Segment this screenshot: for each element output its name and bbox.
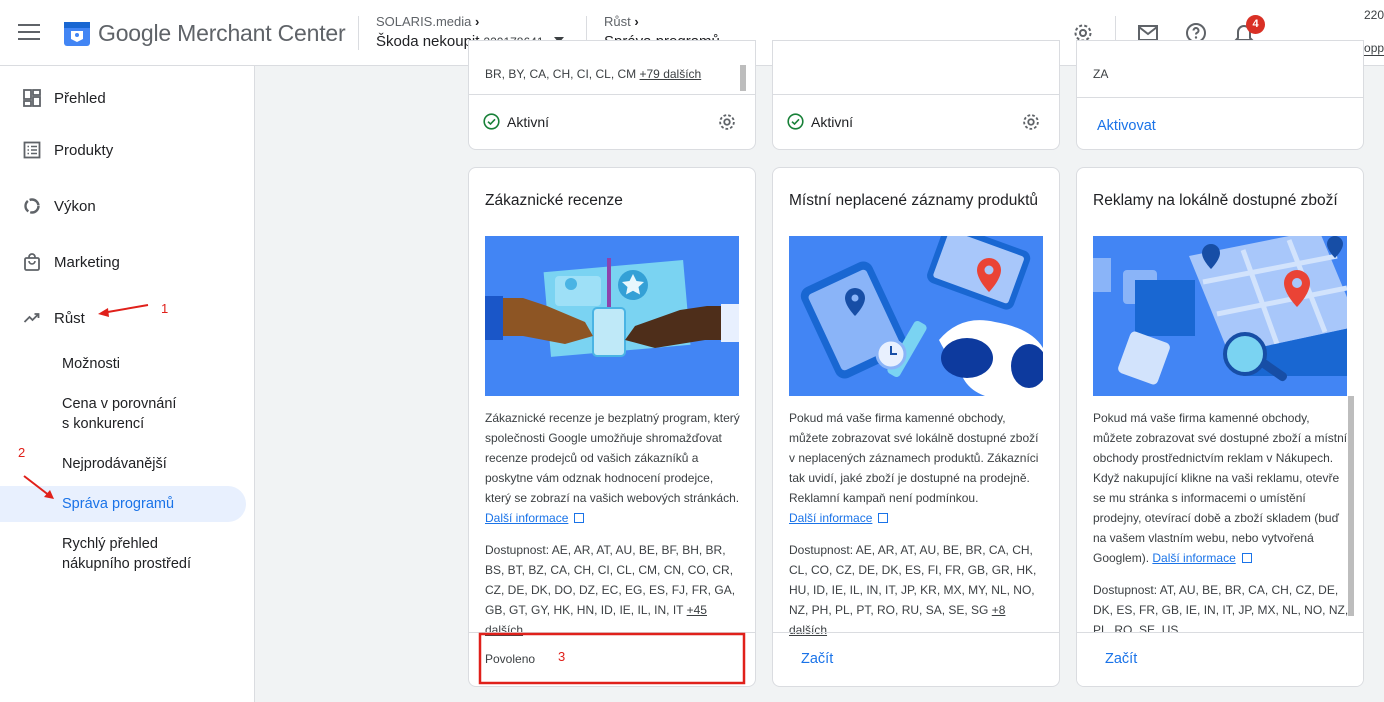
annotation-label-3: 3 xyxy=(558,649,566,664)
annotation-label-2: 2 xyxy=(18,445,26,460)
annotation-overlay xyxy=(23,304,746,685)
annotation-label-1: 1 xyxy=(161,301,169,316)
